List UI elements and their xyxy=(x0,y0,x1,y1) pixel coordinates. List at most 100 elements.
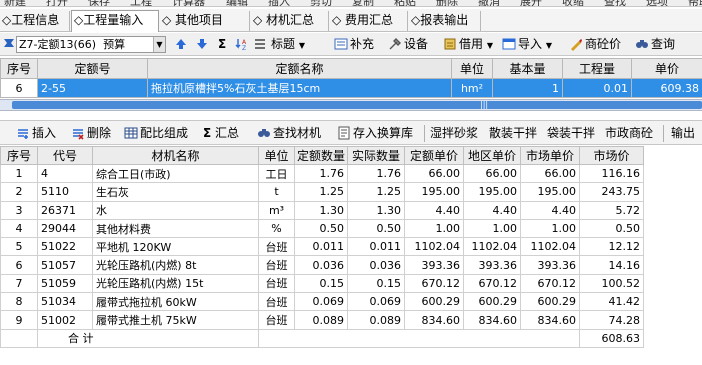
col-code[interactable]: 代号 xyxy=(37,146,93,165)
horizontal-scrollbar[interactable]: ||| xyxy=(0,99,702,111)
supplement-button[interactable]: 补充 xyxy=(334,36,374,53)
cell-unit[interactable]: 台班 xyxy=(258,255,295,275)
cell-unit[interactable]: 台班 xyxy=(258,292,295,312)
cell-market-value[interactable]: 116.16 xyxy=(579,163,644,184)
table-row[interactable]: 8 51034 履带式拖拉机 60kW 台班 0.069 0.069 600.29 600.2… xyxy=(0,292,702,312)
find-material-button[interactable]: 查找材机 xyxy=(257,125,321,142)
cell-code[interactable]: 51002 xyxy=(37,310,93,330)
move-down-icon[interactable] xyxy=(195,36,211,53)
cell-code[interactable]: 5110 xyxy=(37,182,93,202)
cell-seq[interactable]: 5 xyxy=(0,237,38,257)
cell-market-value[interactable]: 12.12 xyxy=(579,237,644,257)
summary-button[interactable]: Σ 汇总 xyxy=(203,125,239,142)
cell-market-value[interactable]: 14.16 xyxy=(579,255,644,275)
col-quota-name[interactable]: 定额名称 xyxy=(147,58,452,79)
cell-code[interactable]: 51059 xyxy=(37,273,93,294)
cell-actual-qty[interactable]: 0.036 xyxy=(347,255,405,275)
cell-market-unit-price[interactable]: 195.00 xyxy=(520,182,580,202)
col-quota-qty[interactable]: 定额数量 xyxy=(294,146,348,165)
cell-unit[interactable]: t xyxy=(258,182,295,202)
menu-item[interactable]: 复制 xyxy=(352,0,374,6)
menu-item[interactable]: 撤消 xyxy=(478,0,500,6)
cell-name[interactable]: 光轮压路机(内燃) 8t xyxy=(92,255,259,275)
col-unit-price[interactable]: 单价 xyxy=(631,58,702,79)
col-market-unit-price[interactable]: 市场单价 xyxy=(520,146,580,165)
cell-quota-price[interactable]: 1.00 xyxy=(404,218,464,239)
table-row[interactable]: 7 51059 光轮压路机(内燃) 15t 台班 0.15 0.15 670.12 670.1… xyxy=(0,273,702,294)
cell-seq[interactable]: 2 xyxy=(0,182,38,202)
menu-item[interactable]: 粘贴 xyxy=(394,0,416,6)
municipal-concrete-button[interactable]: 市政商砼 xyxy=(605,125,653,142)
borrow-button[interactable]: 借用 ▼ xyxy=(443,36,493,53)
cell-seq[interactable]: 9 xyxy=(0,310,38,330)
cell-market-unit-price[interactable]: 670.12 xyxy=(520,273,580,294)
cell-seq[interactable]: 4 xyxy=(0,218,38,239)
import-button[interactable]: 导入 ▼ xyxy=(502,36,552,53)
cell-market-value[interactable]: 243.75 xyxy=(579,182,644,202)
cell-region-price[interactable]: 4.40 xyxy=(463,200,521,220)
cell-quota-qty[interactable]: 0.036 xyxy=(294,255,348,275)
menu-item[interactable]: 查找 xyxy=(604,0,626,6)
cell-region-price[interactable]: 834.60 xyxy=(463,310,521,330)
cell-name[interactable]: 光轮压路机(内燃) 15t xyxy=(92,273,259,294)
menu-item[interactable]: 新建 xyxy=(4,0,26,6)
cell-quota-qty[interactable]: 1.30 xyxy=(294,200,348,220)
col-work-qty[interactable]: 工程量 xyxy=(562,58,632,79)
settings-button[interactable]: 设备 xyxy=(388,36,428,53)
col-material-name[interactable]: 材机名称 xyxy=(92,146,259,165)
cell-quota-qty[interactable]: 0.15 xyxy=(294,273,348,294)
cell-market-unit-price[interactable]: 600.29 xyxy=(520,292,580,312)
save-lib-button[interactable]: 存入换算库 xyxy=(337,125,413,142)
cell-base[interactable]: 1 xyxy=(492,78,563,98)
tab-other-items[interactable]: ◇ 其他项目 xyxy=(160,11,250,31)
cell-seq[interactable]: 6 xyxy=(0,255,38,275)
col-seq[interactable]: 序号 xyxy=(0,146,38,165)
col-unit[interactable]: 单位 xyxy=(258,146,295,165)
cell-seq[interactable]: 8 xyxy=(0,292,38,312)
menu-item[interactable]: 打开 xyxy=(46,0,68,6)
table-row[interactable]: 2 5110 生石灰 t 1.25 1.25 195.00 195.00 195.00 243.7… xyxy=(0,182,702,202)
menu-item[interactable]: 剪切 xyxy=(310,0,332,6)
cell-quota-price[interactable]: 670.12 xyxy=(404,273,464,294)
sort-button[interactable]: AZ xyxy=(235,36,251,53)
cell-code[interactable]: 51022 xyxy=(37,237,93,257)
cell-quota-qty[interactable]: 0.069 xyxy=(294,292,348,312)
menu-item[interactable]: 选项 xyxy=(646,0,668,6)
cell-market-unit-price[interactable]: 834.60 xyxy=(520,310,580,330)
cell-unit[interactable]: 工日 xyxy=(258,163,295,184)
cell-code[interactable]: 2-55 xyxy=(37,78,148,98)
col-quota-code[interactable]: 定额号 xyxy=(37,58,148,79)
cell-region-price[interactable]: 195.00 xyxy=(463,182,521,202)
cell-seq[interactable]: 6 xyxy=(0,78,38,98)
cell-market-unit-price[interactable]: 66.00 xyxy=(520,163,580,184)
bulk-mix-button[interactable]: 散装干拌 xyxy=(489,125,537,142)
cell-region-price[interactable]: 393.36 xyxy=(463,255,521,275)
cell-market-value[interactable]: 100.52 xyxy=(579,273,644,294)
table-row[interactable]: 6 2-55 拖拉机原槽拌5%石灰土基层15cm hm² 1 0.01 609.… xyxy=(0,78,702,98)
output-button[interactable]: 输出 xyxy=(671,125,695,142)
cell-name[interactable]: 拖拉机原槽拌5%石灰土基层15cm xyxy=(147,78,452,98)
cell-unit[interactable]: hm² xyxy=(451,78,493,98)
cell-quota-price[interactable]: 66.00 xyxy=(404,163,464,184)
cell-seq[interactable]: 7 xyxy=(0,273,38,294)
table-row[interactable]: 9 51002 履带式推土机 75kW 台班 0.089 0.089 834.60 834.6… xyxy=(0,310,702,330)
cell-name[interactable]: 其他材料费 xyxy=(92,218,259,239)
cell-region-price[interactable]: 600.29 xyxy=(463,292,521,312)
merchant-price-button[interactable]: 商砼价 xyxy=(569,36,621,53)
cell-seq[interactable]: 3 xyxy=(0,200,38,220)
cell-code[interactable]: 26371 xyxy=(37,200,93,220)
cell-actual-qty[interactable]: 0.069 xyxy=(347,292,405,312)
splitter[interactable] xyxy=(0,112,702,120)
cell-quota-price[interactable]: 195.00 xyxy=(404,182,464,202)
insert-button[interactable]: 插入 xyxy=(16,125,56,142)
cell-quota-qty[interactable]: 1.76 xyxy=(294,163,348,184)
col-unit[interactable]: 单位 xyxy=(451,58,493,79)
cell-market-unit-price[interactable]: 1.00 xyxy=(520,218,580,239)
cell-quota-price[interactable]: 1102.04 xyxy=(404,237,464,257)
ratio-button[interactable]: 配比组成 xyxy=(124,125,188,142)
cell-name[interactable]: 水 xyxy=(92,200,259,220)
cell-qty[interactable]: 0.01 xyxy=(562,78,632,98)
cell-name[interactable]: 综合工日(市政) xyxy=(92,163,259,184)
col-market-value[interactable]: 市场价 xyxy=(579,146,644,165)
cell-name[interactable]: 履带式推土机 75kW xyxy=(92,310,259,330)
